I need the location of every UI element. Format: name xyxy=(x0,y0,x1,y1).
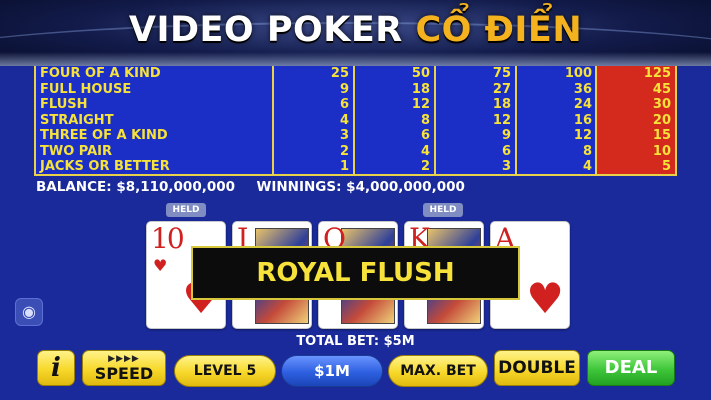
heart-icon: ♥ xyxy=(153,256,168,275)
paytable-row: FOUR OF A KIND 25 50 75 100 125 xyxy=(36,66,675,82)
held-badge: HELD xyxy=(166,203,206,217)
payout-cell: 75 xyxy=(492,66,511,81)
payout-cell: 12 xyxy=(492,112,511,128)
paytable: FOUR OF A KIND 25 50 75 100 125 FULL HOU… xyxy=(34,66,677,176)
title-banner: VIDEO POKER CỔ ĐIỂN xyxy=(0,0,711,66)
hand-name: STRAIGHT xyxy=(40,112,114,128)
bet-amount-button[interactable]: $1M xyxy=(281,355,383,387)
paytable-row: STRAIGHT 4 8 12 16 20 xyxy=(36,113,675,129)
double-button[interactable]: DOUBLE xyxy=(494,350,580,386)
payout-cell: 2 xyxy=(420,159,430,174)
paytable-row: FULL HOUSE 9 18 27 36 45 xyxy=(36,82,675,98)
payout-cell: 9 xyxy=(501,128,511,143)
payout-cell: 27 xyxy=(492,81,511,97)
payout-cell: 3 xyxy=(501,159,511,174)
card-rank: 10 xyxy=(151,222,185,255)
payout-cell: 100 xyxy=(564,66,592,81)
payout-cell: 20 xyxy=(652,112,671,128)
payout-cell: 8 xyxy=(420,112,430,128)
payout-cell: 4 xyxy=(582,159,592,174)
hand-name: THREE OF A KIND xyxy=(40,128,168,143)
total-bet-label: TOTAL BET: $5M xyxy=(296,334,415,349)
payout-cell: 50 xyxy=(411,66,430,81)
payout-cell: 125 xyxy=(643,66,671,81)
payout-cell: 6 xyxy=(339,97,349,112)
payout-cell: 18 xyxy=(411,81,430,97)
payout-cell: 3 xyxy=(339,128,349,143)
payout-cell: 9 xyxy=(339,81,349,97)
payout-cell: 25 xyxy=(330,66,349,81)
balance-bar: BALANCE: $8,110,000,000 WINNINGS: $4,000… xyxy=(36,179,465,195)
held-badge: HELD xyxy=(423,203,463,217)
banner-glow xyxy=(0,52,711,66)
game-title: VIDEO POKER CỔ ĐIỂN xyxy=(0,10,711,50)
deal-button[interactable]: DEAL xyxy=(587,350,675,386)
winnings-label: WINNINGS: $4,000,000,000 xyxy=(256,179,465,195)
result-banner: ROYAL FLUSH xyxy=(191,246,520,300)
payout-cell: 36 xyxy=(573,81,592,97)
game-title-gold: CỔ ĐIỂN xyxy=(415,10,583,50)
hand-name: FLUSH xyxy=(40,97,88,112)
payout-cell: 12 xyxy=(411,97,430,112)
hand-name: JACKS OR BETTER xyxy=(40,159,170,174)
payout-cell: 2 xyxy=(339,143,349,159)
payout-cell: 6 xyxy=(420,128,430,143)
paytable-row: THREE OF A KIND 3 6 9 12 15 xyxy=(36,128,675,144)
speed-button[interactable]: ▶▶▶▶ SPEED xyxy=(82,350,166,386)
level-button[interactable]: LEVEL 5 xyxy=(174,355,276,387)
info-button[interactable]: i xyxy=(37,350,75,386)
payout-cell: 10 xyxy=(652,143,671,159)
payout-cell: 16 xyxy=(573,112,592,128)
payout-cell: 4 xyxy=(339,112,349,128)
game-title-white: VIDEO POKER xyxy=(128,10,416,50)
payout-cell: 30 xyxy=(652,97,671,112)
payout-cell: 15 xyxy=(652,128,671,143)
payout-cell: 5 xyxy=(661,159,671,174)
payout-cell: 6 xyxy=(501,143,511,159)
hand-name: FULL HOUSE xyxy=(40,81,132,97)
payout-cell: 12 xyxy=(573,128,592,143)
heart-icon: ♥ xyxy=(526,274,564,323)
max-bet-button[interactable]: MAX. BET xyxy=(388,355,488,387)
paytable-row: FLUSH 6 12 18 24 30 xyxy=(36,97,675,113)
settings-icon[interactable]: ◉ xyxy=(15,298,43,326)
hand-name: TWO PAIR xyxy=(40,143,113,159)
paytable-row: JACKS OR BETTER 1 2 3 4 5 xyxy=(36,159,675,175)
payout-cell: 18 xyxy=(492,97,511,112)
hand-name: FOUR OF A KIND xyxy=(40,66,161,81)
payout-cell: 8 xyxy=(582,143,592,159)
balance-label: BALANCE: $8,110,000,000 xyxy=(36,179,236,195)
payout-cell: 1 xyxy=(339,159,349,174)
payout-cell: 4 xyxy=(420,143,430,159)
paytable-row: TWO PAIR 2 4 6 8 10 xyxy=(36,144,675,160)
speed-label: SPEED xyxy=(94,364,154,383)
payout-cell: 45 xyxy=(652,81,671,97)
payout-cell: 24 xyxy=(573,97,592,112)
